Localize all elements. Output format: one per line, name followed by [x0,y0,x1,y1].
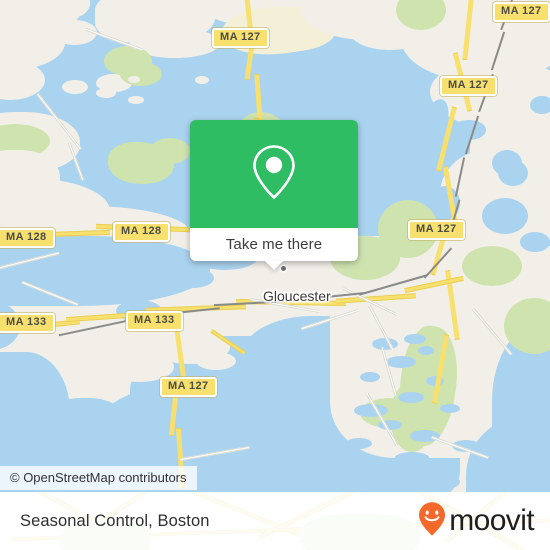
callout-icon-area [190,120,358,228]
route-shield-ma128-west[interactable]: MA 128 [0,228,55,248]
screenshot-root: Gloucester MA 127 MA 127 MA 127 MA 127 M… [0,0,550,550]
route-shield-ma127-right[interactable]: MA 127 [440,76,497,96]
callout-pointer [265,261,283,270]
route-shield-ma127-north[interactable]: MA 127 [212,28,269,48]
route-shield-ma127-south[interactable]: MA 127 [160,377,217,397]
map-pin-icon [251,143,297,206]
route-shield-ma133-west[interactable]: MA 133 [0,313,55,333]
osm-attribution[interactable]: © OpenStreetMap contributors [0,466,197,490]
moovit-smiling-pin-icon [417,501,447,542]
route-shield-ma127-topright[interactable]: MA 127 [493,2,550,22]
moovit-wordmark: moovit [449,504,534,537]
route-shield-ma128-center[interactable]: MA 128 [113,222,170,242]
map-canvas[interactable]: Gloucester MA 127 MA 127 MA 127 MA 127 M… [0,0,550,492]
take-me-there-label: Take me there [225,236,323,253]
location-title: Seasonal Control, Boston [20,511,210,530]
moovit-logo[interactable]: moovit [417,501,535,542]
footer-bar: Seasonal Control, Boston moovit [0,492,550,550]
route-shield-ma133-center[interactable]: MA 133 [126,311,183,331]
place-label-gloucester: Gloucester [263,288,331,304]
callout-action-area[interactable]: Take me there [190,228,358,270]
route-shield-ma127-east[interactable]: MA 127 [408,220,465,240]
take-me-there-callout[interactable]: Take me there [190,120,358,270]
